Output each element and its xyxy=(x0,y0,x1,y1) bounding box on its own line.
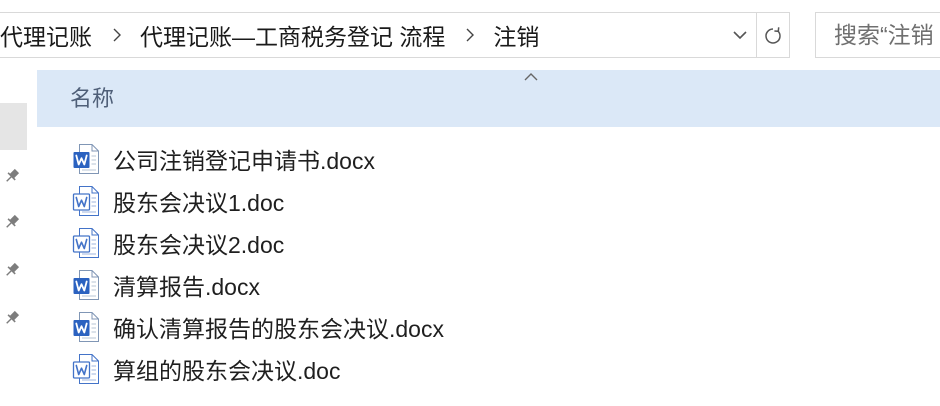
breadcrumb-item[interactable]: 代理记账 xyxy=(0,18,92,52)
breadcrumb-item-current[interactable]: 注销 xyxy=(493,18,539,52)
pin-icon xyxy=(3,167,21,185)
refresh-icon xyxy=(765,27,781,44)
file-name: 公司注销登记申请书.docx xyxy=(113,148,375,174)
file-name: 股东会决议2.doc xyxy=(113,232,285,258)
nav-item-pinned[interactable] xyxy=(0,295,27,341)
address-history-button[interactable] xyxy=(728,13,752,57)
nav-item-pinned[interactable] xyxy=(0,247,27,293)
word-doc-icon xyxy=(72,353,100,385)
file-row[interactable]: 确认清算报告的股东会决议.docx xyxy=(37,306,940,348)
column-header-name[interactable]: 名称 xyxy=(37,70,940,127)
word-docx-icon xyxy=(72,269,100,301)
address-bar[interactable]: 代理记账 代理记账—工商税务登记 流程 注销 xyxy=(0,12,790,58)
nav-pane xyxy=(0,58,28,406)
pin-icon xyxy=(3,309,21,327)
breadcrumb-separator-button[interactable] xyxy=(464,26,476,44)
word-docx-icon xyxy=(72,311,100,343)
sort-ascending-icon xyxy=(524,72,538,82)
chevron-right-icon xyxy=(113,28,121,42)
pin-icon xyxy=(3,261,21,279)
file-row[interactable]: 股东会决议2.doc xyxy=(37,222,940,264)
nav-item-pinned[interactable] xyxy=(0,199,27,245)
file-row[interactable]: 股东会决议1.doc xyxy=(37,180,940,222)
search-box[interactable] xyxy=(815,12,940,58)
word-doc-icon xyxy=(72,227,100,259)
breadcrumb-separator-button[interactable] xyxy=(111,26,123,44)
word-docx-icon xyxy=(72,143,100,175)
file-row[interactable]: 公司注销登记申请书.docx xyxy=(37,138,940,180)
breadcrumb: 代理记账 代理记账—工商税务登记 流程 注销 xyxy=(0,13,728,57)
refresh-button[interactable] xyxy=(757,13,789,57)
pin-icon xyxy=(3,213,21,231)
file-name: 股东会决议1.doc xyxy=(113,190,285,216)
search-input[interactable] xyxy=(816,13,940,57)
word-doc-icon xyxy=(72,185,100,217)
chevron-right-icon xyxy=(466,28,475,42)
breadcrumb-item[interactable]: 代理记账—工商税务登记 流程 xyxy=(140,18,445,52)
file-name: 算组的股东会决议.doc xyxy=(113,358,341,384)
nav-item-pinned[interactable] xyxy=(0,153,27,199)
column-header-label: 名称 xyxy=(70,86,115,111)
file-row[interactable]: 算组的股东会决议.doc xyxy=(37,348,940,390)
file-name: 确认清算报告的股东会决议.docx xyxy=(113,316,444,342)
file-name: 清算报告.docx xyxy=(113,274,260,300)
nav-item-selected[interactable] xyxy=(0,103,27,150)
file-list: 公司注销登记申请书.docx 股东会决议1.doc 股东会决议2.doc 清算报… xyxy=(37,138,940,390)
file-row[interactable]: 清算报告.docx xyxy=(37,264,940,306)
chevron-down-icon xyxy=(733,31,747,40)
